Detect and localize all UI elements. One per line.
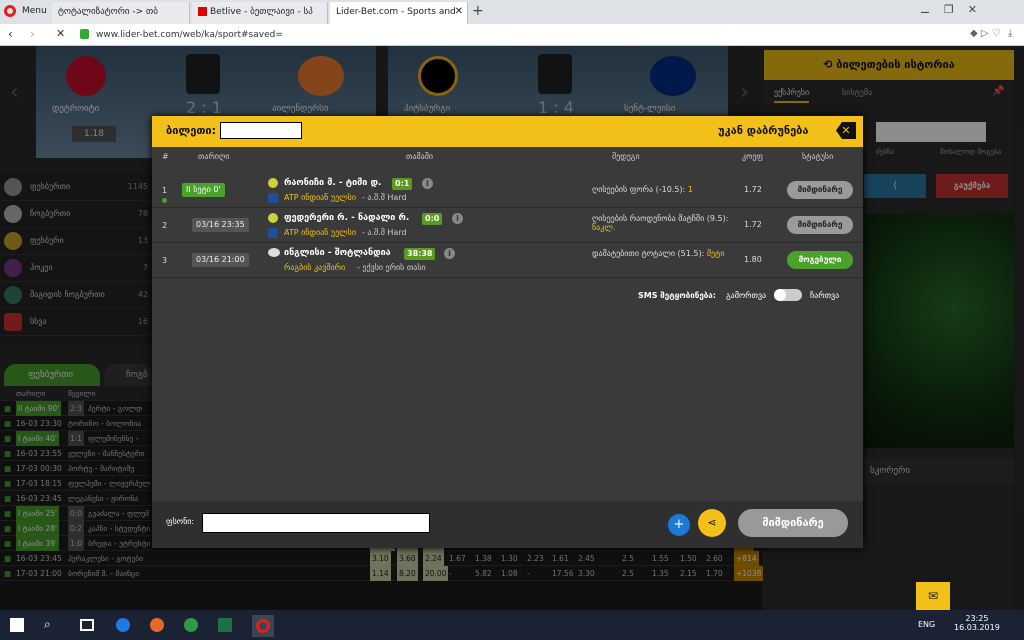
- league-name: რაგბის კავშირი: [284, 263, 346, 272]
- odd-value: 1.80: [744, 255, 762, 264]
- toggle-knob: [774, 289, 786, 301]
- market-text: ღისეების რაოდენობა მატჩში (9.5): ნაკლ.: [592, 214, 729, 232]
- edge-icon[interactable]: [116, 618, 130, 632]
- atp-logo-icon: [268, 193, 278, 203]
- col-header-status: სტატუსი: [802, 152, 834, 161]
- status-badge: მოგებული: [787, 251, 853, 269]
- status-badge: მიმდინარე: [787, 216, 853, 234]
- live-score: 0:1: [392, 178, 413, 190]
- match-name: ფედერერი რ. - ნადალი რ.: [284, 213, 410, 223]
- sms-on-label: ჩართვა: [810, 291, 840, 300]
- close-tab-icon[interactable]: ✕: [455, 6, 463, 17]
- col-header-date: თარიღი: [198, 152, 230, 161]
- modal-footer: ფსონი: + ⋖ მიმდინარე: [152, 501, 863, 548]
- bet-label: ფსონი:: [166, 517, 195, 526]
- live-score: 38:38: [404, 248, 436, 260]
- tab-betlive[interactable]: Betlive - ბეთლაივი - სპ: [192, 2, 328, 24]
- tab-totalizator[interactable]: ტოტალიზატორი -> თბ: [52, 2, 190, 24]
- forward-icon[interactable]: ›: [30, 27, 35, 41]
- add-icon[interactable]: +: [668, 514, 690, 536]
- market-text: ღისეების ფორა (-10.5): 1: [592, 185, 693, 194]
- excel-icon[interactable]: [218, 618, 232, 632]
- live-dot-icon: [162, 198, 167, 203]
- match-name: რაონიჩი მ. - ტიმი დ.: [284, 178, 382, 188]
- lock-icon: [80, 29, 89, 39]
- backspace-icon[interactable]: ✕: [836, 122, 856, 139]
- status-badge: მიმდინარე: [787, 181, 853, 199]
- league-name: ATP ინდიან უელსი: [284, 228, 356, 237]
- rugby-ball-icon: [268, 248, 280, 257]
- sms-off-label: გამორთვა: [726, 291, 767, 300]
- window-controls[interactable]: ⚊ ❐ ✕: [920, 3, 977, 16]
- menu-button[interactable]: Menu: [22, 6, 47, 16]
- sms-toggle[interactable]: [774, 289, 802, 301]
- league-extra: - ა.შ.შ Hard: [362, 228, 407, 237]
- info-icon[interactable]: i: [452, 213, 463, 224]
- opera-taskbar-icon[interactable]: [252, 615, 274, 637]
- odd-value: 1.72: [744, 220, 762, 229]
- col-header-odd: კოეფ: [742, 152, 764, 161]
- back-button[interactable]: უკან დაბრუნება: [718, 124, 808, 137]
- ticket-modal: ბილეთი: უკან დაბრუნება ✕ # თარიღი თამაში…: [152, 116, 863, 548]
- ticket-label: ბილეთი:: [166, 124, 217, 137]
- odd-value: 1.72: [744, 185, 762, 194]
- ticket-row: 3 03/16 21:00 ინგლისი - შოტლანდია 38:38 …: [152, 244, 863, 278]
- opera-logo-icon[interactable]: [4, 5, 16, 17]
- extensions-icons[interactable]: ◆ ▷ ♡: [970, 28, 1001, 39]
- col-header-event: თამაში: [406, 152, 433, 161]
- firefox-icon[interactable]: [150, 618, 164, 632]
- atp-logo-icon: [268, 228, 278, 238]
- ticket-row: 1 II სეტი 0' რაონიჩი მ. - ტიმი დ. 0:1 i …: [152, 174, 863, 208]
- live-score: 0:0: [422, 213, 443, 225]
- windows-start-icon[interactable]: [10, 618, 24, 632]
- event-date: 03/16 23:35: [192, 218, 249, 232]
- chat-icon[interactable]: ✉: [916, 582, 950, 610]
- info-icon[interactable]: i: [444, 248, 455, 259]
- search-icon[interactable]: ⌕: [44, 617, 51, 632]
- event-date: II სეტი 0': [182, 183, 225, 197]
- task-view-icon[interactable]: [80, 619, 94, 631]
- windows-taskbar: ⌕ ENG 23:25 16.03.2019: [0, 610, 1024, 640]
- league-name: ATP ინდიან უელსი: [284, 193, 356, 202]
- language-indicator[interactable]: ENG: [918, 620, 935, 629]
- tennis-ball-icon: [268, 178, 278, 188]
- ticket-row: 2 03/16 23:35 ფედერერი რ. - ნადალი რ. 0:…: [152, 209, 863, 243]
- bet-input[interactable]: [202, 513, 430, 533]
- col-header-market: შედეგი: [612, 152, 640, 161]
- league-extra: - ა.შ.შ Hard: [362, 193, 407, 202]
- league-extra: - ექვსი ერის თასი: [357, 263, 426, 272]
- address-bar: ‹ › ✕ www.lider-bet.com/web/ka/sport#sav…: [0, 24, 1024, 46]
- modal-header: ბილეთი: უკან დაბრუნება ✕: [152, 116, 863, 147]
- tennis-ball-icon: [268, 213, 278, 223]
- betlive-favicon-icon: [198, 7, 207, 16]
- sms-label: SMS შეტყობინება:: [638, 291, 716, 300]
- tab-liderbet[interactable]: Lider-Bet.com - Sports and ✕: [330, 2, 468, 24]
- info-icon[interactable]: i: [422, 178, 433, 189]
- new-tab-icon[interactable]: +: [472, 3, 484, 19]
- stop-loading-icon[interactable]: ✕: [56, 27, 65, 40]
- event-date: 03/16 21:00: [192, 253, 249, 267]
- download-icon[interactable]: ⤓: [1008, 28, 1012, 39]
- status-submit-button[interactable]: მიმდინარე: [738, 509, 848, 537]
- match-name: ინგლისი - შოტლანდია: [284, 248, 391, 258]
- market-text: დამატებითი ტოტალი (51.5): მეტი: [592, 249, 725, 258]
- col-header-num: #: [162, 152, 169, 161]
- clock[interactable]: 23:25 16.03.2019: [954, 614, 1000, 632]
- share-icon[interactable]: ⋖: [698, 509, 726, 537]
- chrome-icon[interactable]: [184, 618, 198, 632]
- browser-tab-bar: Menu ტოტალიზატორი -> თბ Betlive - ბეთლაი…: [0, 0, 1024, 24]
- url-field[interactable]: www.lider-bet.com/web/ka/sport#saved=: [96, 28, 956, 43]
- ticket-number-field: [220, 122, 302, 139]
- back-icon[interactable]: ‹: [8, 27, 13, 41]
